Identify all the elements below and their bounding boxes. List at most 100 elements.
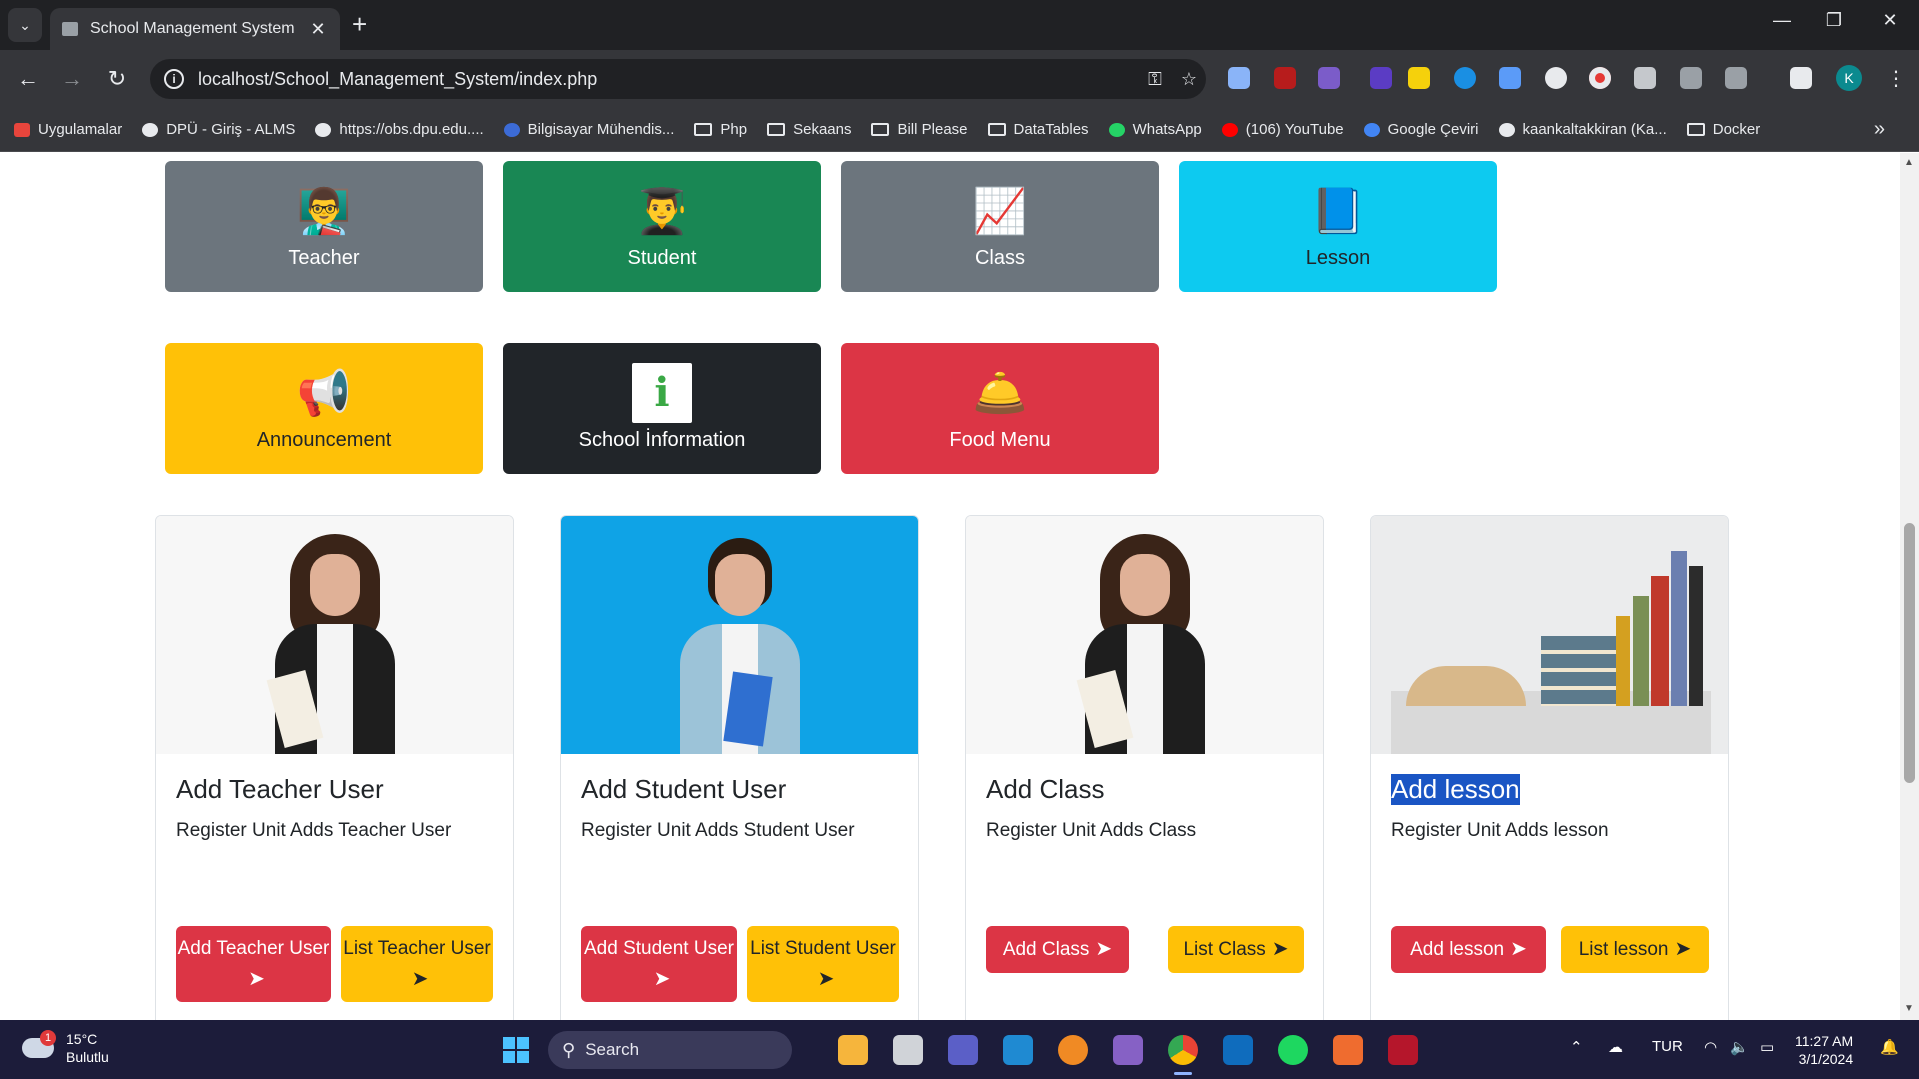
extension-doc-icon[interactable]: [1499, 67, 1521, 89]
bookmark-item[interactable]: Bilgisayar Mühendis...: [503, 121, 674, 138]
taskbar-search[interactable]: ⚲ Search: [548, 1031, 792, 1069]
chevron-down-icon: ⌄: [19, 16, 31, 33]
task-view-icon[interactable]: [893, 1035, 923, 1065]
scroll-down-icon[interactable]: ▼: [1904, 1003, 1914, 1014]
browser-tab[interactable]: School Management System ✕: [50, 8, 340, 50]
tile-label: Student: [627, 247, 697, 269]
password-key-icon[interactable]: ⚿: [1138, 69, 1172, 90]
bookmark-item[interactable]: Bill Please: [871, 121, 968, 138]
restore-button[interactable]: ❐: [1814, 10, 1854, 31]
profile-avatar[interactable]: K: [1836, 65, 1862, 91]
browser-menu-icon[interactable]: ⋮: [1882, 65, 1910, 93]
bookmark-item[interactable]: DPÜ - Giriş - ALMS: [142, 121, 295, 138]
weather-widget[interactable]: 1 15°C Bulutlu: [22, 1030, 109, 1066]
minimize-button[interactable]: —: [1762, 10, 1802, 31]
tile-school-information[interactable]: i School İnformation: [503, 343, 821, 474]
tile-teacher[interactable]: 👨‍🏫 Teacher: [165, 161, 483, 292]
mail-icon[interactable]: [1223, 1035, 1253, 1065]
extensions-puzzle-icon[interactable]: [1725, 67, 1747, 89]
new-tab-button[interactable]: +: [352, 10, 367, 38]
chevron-up-icon[interactable]: ⌃: [1570, 1038, 1583, 1056]
add-lesson-button[interactable]: Add lesson ➤: [1391, 926, 1546, 973]
tile-class[interactable]: 📈 Class: [841, 161, 1159, 292]
school-favicon-icon: [62, 22, 78, 36]
bookmark-item[interactable]: Google Çeviri: [1363, 121, 1479, 138]
button-label: Add Class: [1002, 939, 1090, 960]
extension-circle-icon[interactable]: [1545, 67, 1567, 89]
forward-button[interactable]: →: [58, 65, 86, 93]
bookmark-item[interactable]: (106) YouTube: [1221, 121, 1344, 138]
scroll-up-icon[interactable]: ▲: [1904, 157, 1914, 168]
page-scrollbar[interactable]: ▲ ▼: [1900, 153, 1919, 1020]
extension-brackets-icon[interactable]: [1318, 67, 1340, 89]
bookmark-item[interactable]: https://obs.dpu.edu....: [315, 121, 484, 138]
tile-student[interactable]: 👨‍🎓 Student: [503, 161, 821, 292]
system-clock[interactable]: 11:27 AM 3/1/2024: [1795, 1032, 1853, 1068]
add-teacher-button[interactable]: Add Teacher User ➤: [176, 926, 331, 1002]
tab-search-button[interactable]: ⌄: [8, 8, 42, 42]
language-indicator[interactable]: TUR: [1652, 1038, 1683, 1055]
send-icon: ➤: [1674, 938, 1692, 960]
drawio-icon[interactable]: [1333, 1035, 1363, 1065]
folder-icon: [871, 123, 890, 136]
tile-announcement[interactable]: 📢 Announcement: [165, 343, 483, 474]
shield-icon[interactable]: [1680, 67, 1702, 89]
page-content: 👨‍🏫 Teacher 👨‍🎓 Student 📈 Class 📘 Lesson…: [0, 153, 1900, 1020]
bookmark-item[interactable]: WhatsApp: [1108, 121, 1202, 138]
side-panel-icon[interactable]: [1790, 67, 1812, 89]
bookmarks-overflow-icon[interactable]: »: [1874, 118, 1885, 141]
card-add-student: Add Student User Register Unit Adds Stud…: [560, 515, 919, 1020]
record-icon[interactable]: [1589, 67, 1611, 89]
tab-close-icon[interactable]: ✕: [308, 19, 328, 40]
sublime-merge-icon[interactable]: [1058, 1035, 1088, 1065]
button-label: Add Teacher User: [177, 937, 330, 959]
vscode-icon[interactable]: [1003, 1035, 1033, 1065]
add-student-button[interactable]: Add Student User ➤: [581, 926, 737, 1002]
wappalyzer-icon[interactable]: [1408, 67, 1430, 89]
copilot-app-icon[interactable]: [838, 1035, 868, 1065]
bookmark-item[interactable]: kaankaltakkiran (Ka...: [1498, 121, 1667, 138]
back-button[interactable]: ←: [14, 65, 42, 93]
url-text[interactable]: localhost/School_Management_System/index…: [198, 69, 1138, 90]
bookmark-item[interactable]: DataTables: [987, 121, 1089, 138]
extension-wave-icon[interactable]: [1454, 67, 1476, 89]
search-label: Search: [585, 1040, 640, 1059]
bookmark-item[interactable]: Php: [694, 121, 747, 138]
notebook-icon: 📘: [1310, 187, 1366, 236]
ublock-icon[interactable]: [1274, 67, 1296, 89]
list-class-button[interactable]: List Class ➤: [1168, 926, 1304, 973]
start-button-icon[interactable]: [503, 1037, 529, 1063]
scroll-thumb[interactable]: [1904, 523, 1915, 783]
teams-icon[interactable]: [948, 1035, 978, 1065]
wifi-icon[interactable]: ◠: [1704, 1038, 1717, 1056]
extension-pen-icon[interactable]: [1228, 67, 1250, 89]
extension-badge-icon[interactable]: [1370, 67, 1392, 89]
visual-studio-icon[interactable]: [1113, 1035, 1143, 1065]
volume-icon[interactable]: 🔈: [1730, 1038, 1749, 1056]
sql-app-icon[interactable]: [1388, 1035, 1418, 1065]
tile-food-menu[interactable]: 🛎️ Food Menu: [841, 343, 1159, 474]
tile-lesson[interactable]: 📘 Lesson: [1179, 161, 1497, 292]
teacher-icon: 👨‍🏫: [296, 187, 352, 236]
eyedropper-icon[interactable]: [1634, 67, 1656, 89]
bookmark-item[interactable]: Docker: [1686, 121, 1760, 138]
close-window-button[interactable]: ✕: [1870, 10, 1910, 31]
list-teacher-button[interactable]: List Teacher User ➤: [341, 926, 493, 1002]
list-student-button[interactable]: List Student User ➤: [747, 926, 899, 1002]
bookmark-star-icon[interactable]: ☆: [1172, 69, 1206, 90]
chrome-icon[interactable]: [1168, 1035, 1198, 1065]
add-class-button[interactable]: Add Class ➤: [986, 926, 1129, 973]
address-bar[interactable]: i localhost/School_Management_System/ind…: [150, 59, 1206, 99]
notifications-bell-icon[interactable]: 🔔: [1880, 1038, 1899, 1056]
card-text: Register Unit Adds Student User: [581, 820, 855, 841]
bookmark-item[interactable]: Uygulamalar: [14, 121, 122, 138]
bookmark-item[interactable]: Sekaans: [767, 121, 851, 138]
list-lesson-button[interactable]: List lesson ➤: [1561, 926, 1709, 973]
site-info-icon[interactable]: i: [164, 69, 184, 89]
onedrive-icon[interactable]: ☁: [1608, 1038, 1623, 1056]
battery-icon[interactable]: ▭: [1760, 1038, 1774, 1056]
reload-button[interactable]: ↻: [103, 65, 131, 93]
spotify-icon[interactable]: [1278, 1035, 1308, 1065]
megaphone-icon: 📢: [296, 369, 352, 418]
food-menu-icon: 🛎️: [972, 369, 1028, 418]
